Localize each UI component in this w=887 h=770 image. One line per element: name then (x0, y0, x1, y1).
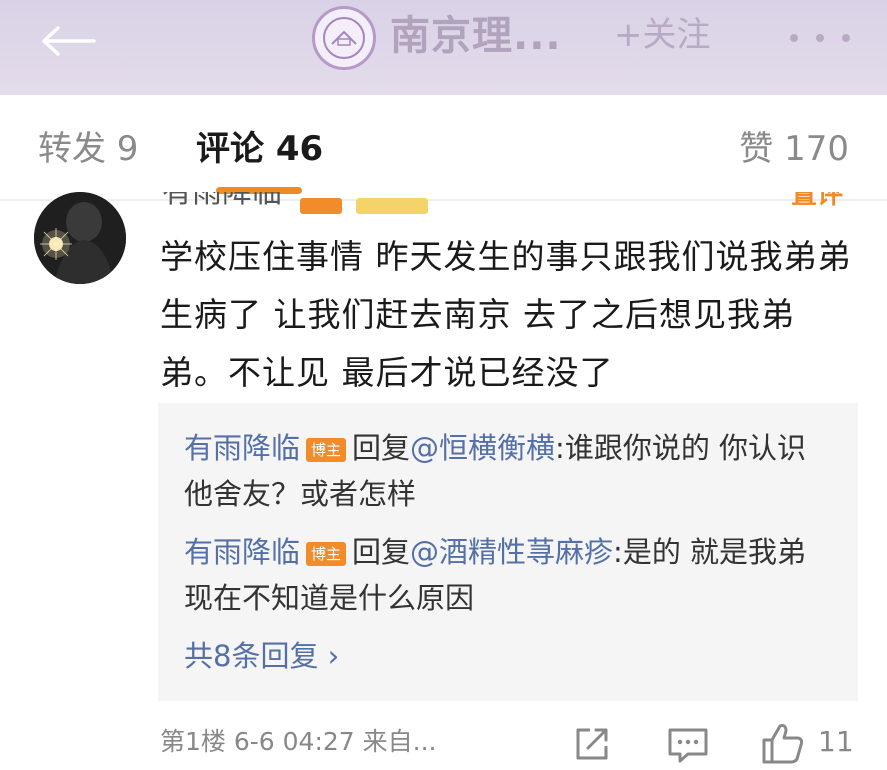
reply-item[interactable]: 有雨降临 博主 回复@酒精性荨麻疹:是的 就是我弟 现在不知道是什么原因 (184, 529, 834, 621)
avatar[interactable] (34, 192, 126, 284)
account-name[interactable]: 南京理... (390, 8, 562, 64)
reply-mention[interactable]: @恒横衡横 (410, 431, 555, 465)
more-options-icon[interactable] (790, 18, 850, 58)
reply-author[interactable]: 有雨降临 (184, 431, 300, 465)
comment-tag: 置评 (790, 192, 843, 210)
comment-text: 学校压住事情 昨天发生的事只跟我们说我弟弟生病了 让我们赶去南京 去了之后想见我… (160, 237, 852, 392)
tab-comments[interactable]: 评论 46 (196, 125, 323, 173)
university-logo[interactable] (312, 6, 376, 70)
follow-button[interactable]: +关注 (614, 10, 711, 60)
reply-mention[interactable]: @酒精性荨麻疹 (410, 535, 613, 569)
reply-word: 回复 (352, 535, 411, 569)
comment-source: 来自... (362, 727, 437, 756)
reply-word: 回复 (352, 431, 411, 465)
tab-likes[interactable]: 赞 170 (739, 125, 849, 173)
tab-repost[interactable]: 转发 9 (38, 125, 138, 173)
back-arrow-icon[interactable] (38, 16, 98, 66)
floor-number: 第1楼 (160, 727, 226, 756)
more-replies-link[interactable]: 共8条回复 › (184, 633, 339, 679)
author-level-badge (356, 198, 428, 214)
reply-box: 有雨降临 博主 回复@恒横衡横:谁跟你说的 你认识他舍友？或者怎样 有雨降临 博主 回复… (158, 403, 858, 701)
author-badge (300, 198, 342, 214)
logo-emblem-icon (323, 17, 365, 59)
top-header: 南京理... +关注 (0, 0, 887, 95)
like-count: 11 (818, 725, 854, 758)
thumbs-up-icon[interactable] (760, 720, 806, 766)
tab-divider (0, 199, 887, 201)
share-icon[interactable] (572, 724, 612, 764)
tab-bar: 转发 9 评论 46 赞 170 (0, 95, 887, 201)
blogger-badge: 博主 (306, 542, 347, 566)
comment-author-name[interactable]: 有雨降临 (162, 192, 282, 214)
reply-author[interactable]: 有雨降临 (184, 535, 300, 569)
blogger-badge: 博主 (306, 438, 347, 462)
reply-item[interactable]: 有雨降临 博主 回复@恒横衡横:谁跟你说的 你认识他舍友？或者怎样 (184, 425, 834, 517)
comment-time: 6-6 04:27 (233, 727, 355, 756)
comment-meta: 第1楼 6-6 04:27 来自... (160, 722, 436, 762)
comment-icon[interactable] (666, 726, 710, 764)
